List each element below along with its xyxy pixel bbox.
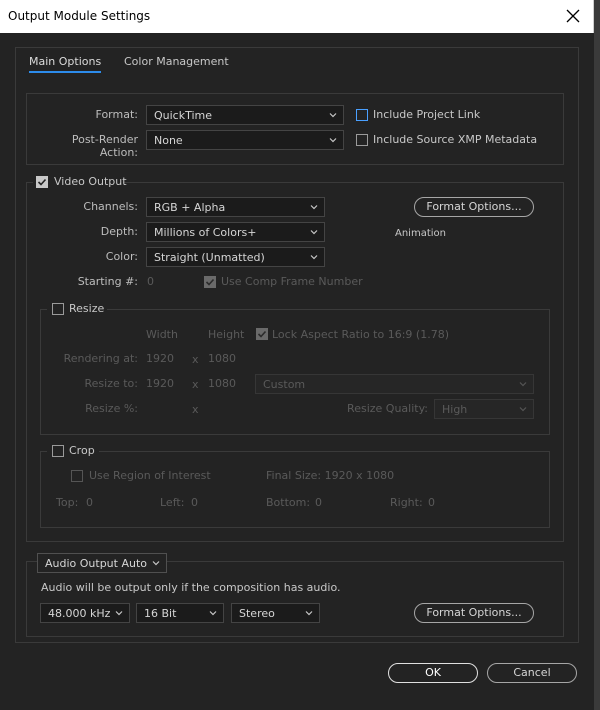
crop-group <box>40 451 550 528</box>
audio-channels-value: Stereo <box>239 607 275 620</box>
checkmark-icon <box>257 330 267 338</box>
width-header: Width <box>146 328 178 341</box>
crop-left-value[interactable]: 0 <box>191 496 198 509</box>
bit-depth-dropdown[interactable]: 16 Bit <box>136 603 224 623</box>
resize-percent-label: Resize %: <box>85 402 138 415</box>
resize-preset-value: Custom <box>263 378 306 391</box>
depth-label: Depth: <box>100 225 138 238</box>
channels-dropdown[interactable]: RGB + Alpha <box>146 197 325 217</box>
bit-depth-value: 16 Bit <box>144 607 177 620</box>
resize-to-height[interactable]: 1080 <box>208 377 236 390</box>
crop-bottom-label: Bottom: <box>266 496 311 509</box>
depth-value: Millions of Colors+ <box>154 226 257 239</box>
color-value: Straight (Unmatted) <box>154 251 265 264</box>
chevron-down-icon <box>310 205 318 210</box>
video-format-options-button[interactable]: Format Options... <box>414 197 534 217</box>
chevron-down-icon <box>115 611 123 616</box>
chevron-down-icon <box>329 138 337 143</box>
format-label: Format: <box>95 108 138 121</box>
chevron-down-icon <box>519 407 527 412</box>
video-output-label: Video Output <box>54 175 127 188</box>
rendering-at-label: Rendering at: <box>63 352 138 365</box>
tab-main-options[interactable]: Main Options <box>29 55 102 73</box>
channels-value: RGB + Alpha <box>154 201 226 214</box>
depth-dropdown[interactable]: Millions of Colors+ <box>146 222 325 242</box>
audio-channels-dropdown[interactable]: Stereo <box>231 603 320 623</box>
checkmark-icon <box>205 278 215 286</box>
use-comp-frame-checkbox[interactable] <box>204 276 216 288</box>
use-roi-label: Use Region of Interest <box>89 469 211 482</box>
lock-aspect-checkbox[interactable] <box>256 328 268 340</box>
resize-preset-dropdown[interactable]: Custom <box>255 374 534 394</box>
audio-output-value: Audio Output Auto <box>45 557 148 570</box>
crop-label: Crop <box>69 444 95 457</box>
cancel-button[interactable]: Cancel <box>487 663 577 683</box>
color-label: Color: <box>105 250 138 263</box>
crop-top-label: Top: <box>56 496 79 509</box>
include-xmp-label: Include Source XMP Metadata <box>373 133 538 146</box>
chevron-down-icon <box>329 113 337 118</box>
audio-note: Audio will be output only if the composi… <box>41 581 341 594</box>
window-title: Output Module Settings <box>8 9 151 23</box>
window-edge <box>594 0 600 710</box>
sample-rate-value: 48.000 kHz <box>48 607 111 620</box>
final-size-label: Final Size: 1920 x 1080 <box>266 469 395 482</box>
channels-label: Channels: <box>83 200 138 213</box>
crop-right-label: Right: <box>390 496 423 509</box>
chevron-down-icon <box>310 230 318 235</box>
audio-format-options-button[interactable]: Format Options... <box>414 603 534 623</box>
crop-top-value[interactable]: 0 <box>86 496 93 509</box>
audio-output-dropdown[interactable]: Audio Output Auto <box>37 553 167 573</box>
chevron-down-icon <box>152 561 160 566</box>
sample-rate-dropdown[interactable]: 48.000 kHz <box>40 603 130 623</box>
chevron-down-icon <box>310 255 318 260</box>
chevron-down-icon <box>305 611 313 616</box>
post-render-label: Post-Render Action: <box>71 133 138 159</box>
rendering-height: 1080 <box>208 352 236 365</box>
crop-left-label: Left: <box>160 496 185 509</box>
use-comp-frame-label: Use Comp Frame Number <box>221 275 363 288</box>
resize-to-x: x <box>192 378 199 391</box>
resize-quality-value: High <box>442 403 468 416</box>
chevron-down-icon <box>209 611 217 616</box>
resize-quality-label: Resize Quality: <box>347 402 428 415</box>
resize-to-width[interactable]: 1920 <box>146 377 174 390</box>
include-xmp-checkbox[interactable] <box>356 134 368 146</box>
resize-to-label: Resize to: <box>84 377 139 390</box>
post-render-dropdown[interactable]: None <box>146 130 344 150</box>
include-project-link-checkbox[interactable] <box>356 109 368 121</box>
format-value: QuickTime <box>154 109 213 122</box>
codec-label: Animation <box>395 228 446 239</box>
resize-percent-x: x <box>192 403 199 416</box>
starting-number-label: Starting #: <box>77 275 138 288</box>
format-dropdown[interactable]: QuickTime <box>146 105 344 125</box>
resize-quality-dropdown[interactable]: High <box>434 399 534 419</box>
ok-button[interactable]: OK <box>388 663 478 683</box>
crop-bottom-value[interactable]: 0 <box>315 496 322 509</box>
color-dropdown[interactable]: Straight (Unmatted) <box>146 247 325 267</box>
video-output-checkbox[interactable] <box>36 176 48 188</box>
lock-aspect-label: Lock Aspect Ratio to 16:9 (1.78) <box>272 328 449 341</box>
resize-label: Resize <box>69 302 105 315</box>
resize-checkbox[interactable] <box>52 303 64 315</box>
height-header: Height <box>208 328 245 341</box>
crop-right-value[interactable]: 0 <box>428 496 435 509</box>
starting-number-value[interactable]: 0 <box>147 275 154 288</box>
use-roi-checkbox[interactable] <box>71 470 83 482</box>
close-icon[interactable] <box>562 5 584 27</box>
rendering-width: 1920 <box>146 352 174 365</box>
post-render-value: None <box>154 134 183 147</box>
rendering-x: x <box>192 353 199 366</box>
crop-checkbox[interactable] <box>52 445 64 457</box>
checkmark-icon <box>37 178 47 186</box>
title-bar: Output Module Settings <box>0 0 594 33</box>
include-project-link-label: Include Project Link <box>373 108 481 121</box>
tab-color-management[interactable]: Color Management <box>124 55 229 68</box>
chevron-down-icon <box>519 382 527 387</box>
